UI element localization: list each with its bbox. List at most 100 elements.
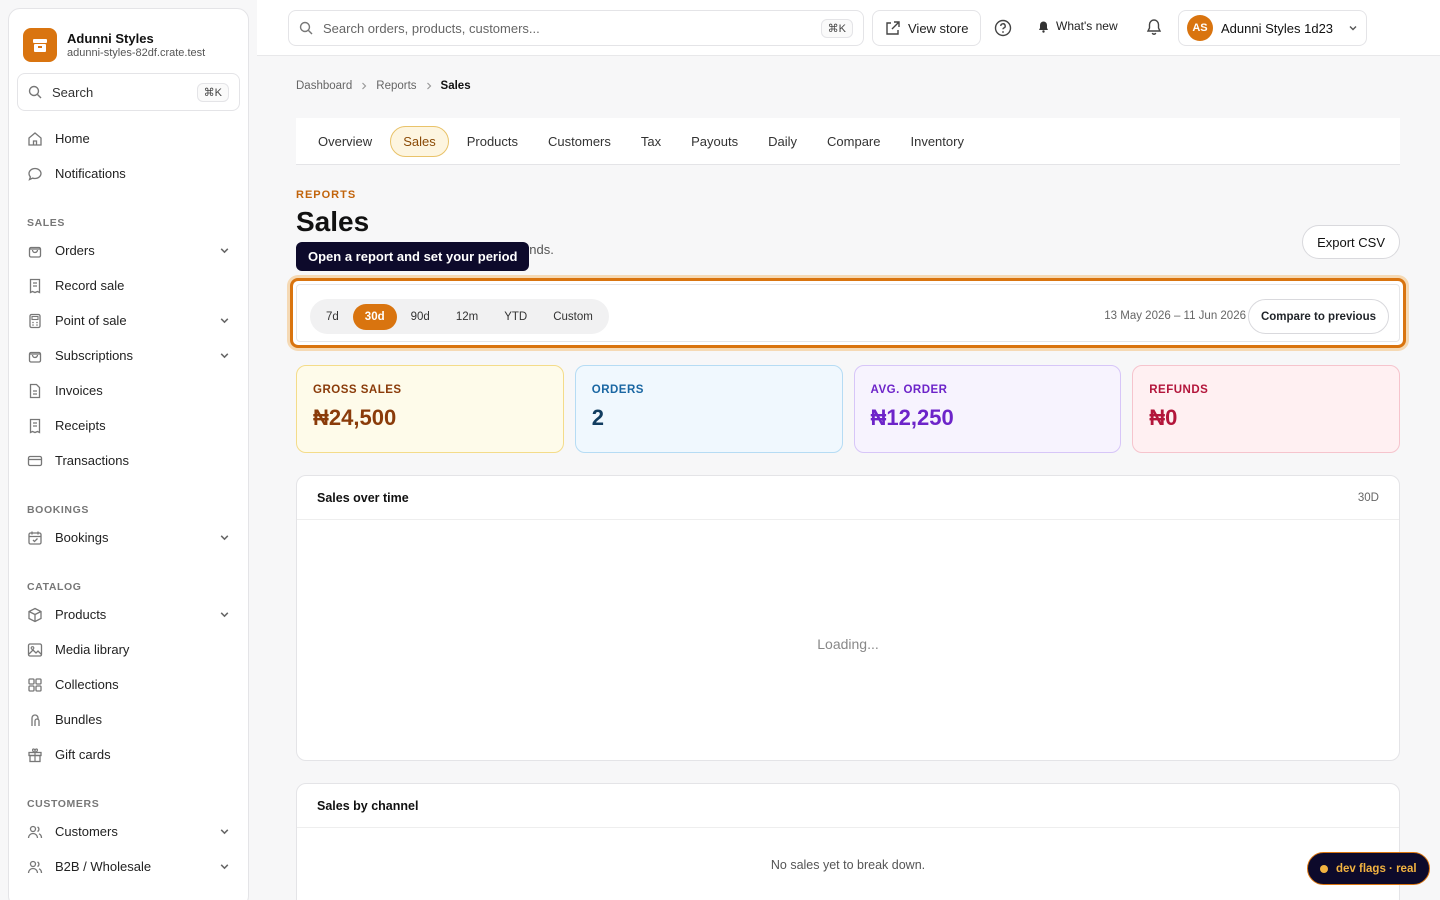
stat-label: ORDERS	[591, 384, 644, 396]
sidebar-item-b2b-wholesale[interactable]: B2B / Wholesale	[9, 849, 248, 884]
stat-cards: GROSS SALES ₦24,500 ORDERS 2 AVG. ORDER …	[296, 365, 1400, 453]
sidebar-item-notifications[interactable]: Notifications	[9, 156, 248, 191]
store-name: Adunni Styles	[67, 31, 154, 46]
receipt-icon	[29, 278, 41, 294]
users-icon	[27, 860, 43, 873]
stat-value: ₦24,500	[313, 405, 397, 430]
stat-orders: ORDERS 2	[574, 365, 843, 453]
breadcrumb-dashboard[interactable]: Dashboard	[296, 80, 352, 92]
breadcrumb-reports[interactable]: Reports	[376, 80, 416, 92]
tab-payouts[interactable]: Payouts	[679, 127, 750, 156]
search-icon	[28, 85, 42, 99]
sidebar-item-bundles[interactable]: Bundles	[9, 702, 248, 737]
tab-compare[interactable]: Compare	[815, 127, 892, 156]
grid-icon	[28, 677, 42, 692]
sidebar-item-label: B2B / Wholesale	[55, 859, 152, 874]
tab-daily[interactable]: Daily	[756, 127, 809, 156]
chevron-down-icon	[220, 612, 229, 618]
sidebar-search[interactable]: Search ⌘K	[17, 73, 240, 111]
card-title: Sales by channel	[317, 798, 419, 813]
tab-customers[interactable]: Customers	[536, 127, 623, 156]
bell-filled-icon	[1039, 21, 1048, 33]
sidebar-item-record-sale[interactable]: Record sale	[9, 268, 248, 303]
brand-switcher[interactable]: Adunni Styles adunni-styles-82df.crate.t…	[9, 9, 248, 65]
sidebar-item-transactions[interactable]: Transactions	[9, 443, 248, 478]
sidebar-item-collections[interactable]: Collections	[9, 667, 248, 702]
tab-inventory[interactable]: Inventory	[898, 127, 975, 156]
sidebar-item-label: Invoices	[55, 383, 103, 398]
onboarding-tooltip: Open a report and set your period	[296, 242, 530, 271]
period-selector: 7d 30d 90d 12m YTD Custom 13 May 2026 – 11 Ju…	[296, 284, 1400, 342]
store-domain: adunni-styles-82df.crate.test	[67, 47, 206, 59]
period-option-custom[interactable]: Custom	[541, 304, 605, 330]
global-search-placeholder: Search orders, products, customers...	[323, 20, 540, 36]
card-icon	[27, 455, 43, 466]
sidebar-item-subscriptions[interactable]: Subscriptions	[9, 338, 248, 373]
tab-tax[interactable]: Tax	[629, 127, 673, 156]
stat-label: GROSS SALES	[313, 384, 402, 396]
empty-state-text: No sales yet to break down.	[770, 858, 926, 872]
sidebar-item-home[interactable]: Home	[9, 121, 248, 156]
period-option-12m[interactable]: 12m	[444, 304, 490, 330]
sidebar-item-label: Transactions	[55, 453, 129, 468]
stat-label: AVG. ORDER	[870, 384, 948, 396]
dev-flags-label: dev flags · real	[1336, 862, 1417, 875]
chevron-down-icon	[1349, 26, 1357, 31]
sidebar-item-orders[interactable]: Orders	[9, 233, 248, 268]
users-icon	[27, 825, 43, 838]
shortcut-badge: ⌘K	[196, 82, 229, 102]
view-store-label: View store	[908, 20, 969, 36]
tab-overview[interactable]: Overview	[306, 127, 384, 156]
tab-products[interactable]: Products	[455, 127, 530, 156]
calculator-icon	[29, 313, 41, 328]
account-name: Adunni Styles 1d23	[1221, 20, 1334, 36]
store-logo-icon	[23, 28, 57, 62]
compare-to-previous-button[interactable]: Compare to previous	[1247, 299, 1389, 334]
period-option-7d[interactable]: 7d	[314, 304, 351, 330]
view-store-button[interactable]: View store	[872, 10, 982, 46]
avatar: AS	[1187, 15, 1213, 41]
sidebar-item-invoices[interactable]: Invoices	[9, 373, 248, 408]
date-range: 13 May 2026 – 11 Jun 2026	[1104, 310, 1246, 322]
period-option-90d[interactable]: 90d	[399, 304, 442, 330]
sales-over-time-card: Sales over time 30D Loading...	[296, 475, 1400, 761]
sidebar-item-label: Home	[55, 131, 90, 146]
receipt-icon	[29, 418, 41, 434]
chevron-down-icon	[220, 535, 229, 541]
dev-flags-pill[interactable]: dev flags · real	[1307, 852, 1430, 885]
sales-by-channel-card: Sales by channel No sales yet to break d…	[296, 783, 1400, 900]
sidebar-item-media-library[interactable]: Media library	[9, 632, 248, 667]
period-option-30d[interactable]: 30d	[352, 303, 397, 330]
sidebar-item-bookings[interactable]: Bookings	[9, 520, 248, 555]
home-icon	[28, 131, 42, 146]
sidebar-item-products[interactable]: Products	[9, 597, 248, 632]
period-options: 7d 30d 90d 12m YTD Custom	[310, 299, 609, 334]
stat-value: ₦0	[1149, 405, 1178, 430]
whats-new-button[interactable]: What's new	[1037, 19, 1118, 33]
sidebar-search-label: Search	[52, 84, 94, 100]
sidebar-item-receipts[interactable]: Receipts	[9, 408, 248, 443]
export-csv-button[interactable]: Export CSV	[1302, 225, 1400, 259]
whats-new-label: What's new	[1056, 19, 1118, 33]
tab-sales[interactable]: Sales	[390, 125, 449, 157]
help-icon[interactable]	[994, 19, 1012, 37]
sidebar-item-gift-cards[interactable]: Gift cards	[9, 737, 248, 772]
notifications-bell-icon[interactable]	[1145, 18, 1163, 36]
chevron-down-icon	[220, 864, 229, 870]
sidebar-item-point-of-sale[interactable]: Point of sale	[9, 303, 248, 338]
sidebar-item-label: Gift cards	[55, 747, 111, 762]
sidebar-item-customers[interactable]: Customers	[9, 814, 248, 849]
account-menu[interactable]: AS Adunni Styles 1d23	[1178, 10, 1367, 46]
period-option-ytd[interactable]: YTD	[492, 304, 539, 330]
sidebar-item-label: Collections	[55, 677, 119, 692]
global-search-input[interactable]: Search orders, products, customers... ⌘K	[288, 10, 864, 46]
page-eyebrow: REPORTS	[296, 189, 357, 201]
card-title: Sales over time	[317, 490, 409, 505]
sidebar-nav: Home Notifications SALES Orders Record sale P…	[9, 111, 248, 900]
sidebar-item-label: Media library	[55, 642, 130, 657]
breadcrumb-current: Sales	[440, 80, 471, 92]
sidebar: Adunni Styles adunni-styles-82df.crate.t…	[8, 8, 249, 900]
chevron-down-icon	[220, 248, 229, 254]
sidebar-section-catalog: CATALOG	[27, 581, 82, 593]
sidebar-item-label: Point of sale	[55, 313, 127, 328]
